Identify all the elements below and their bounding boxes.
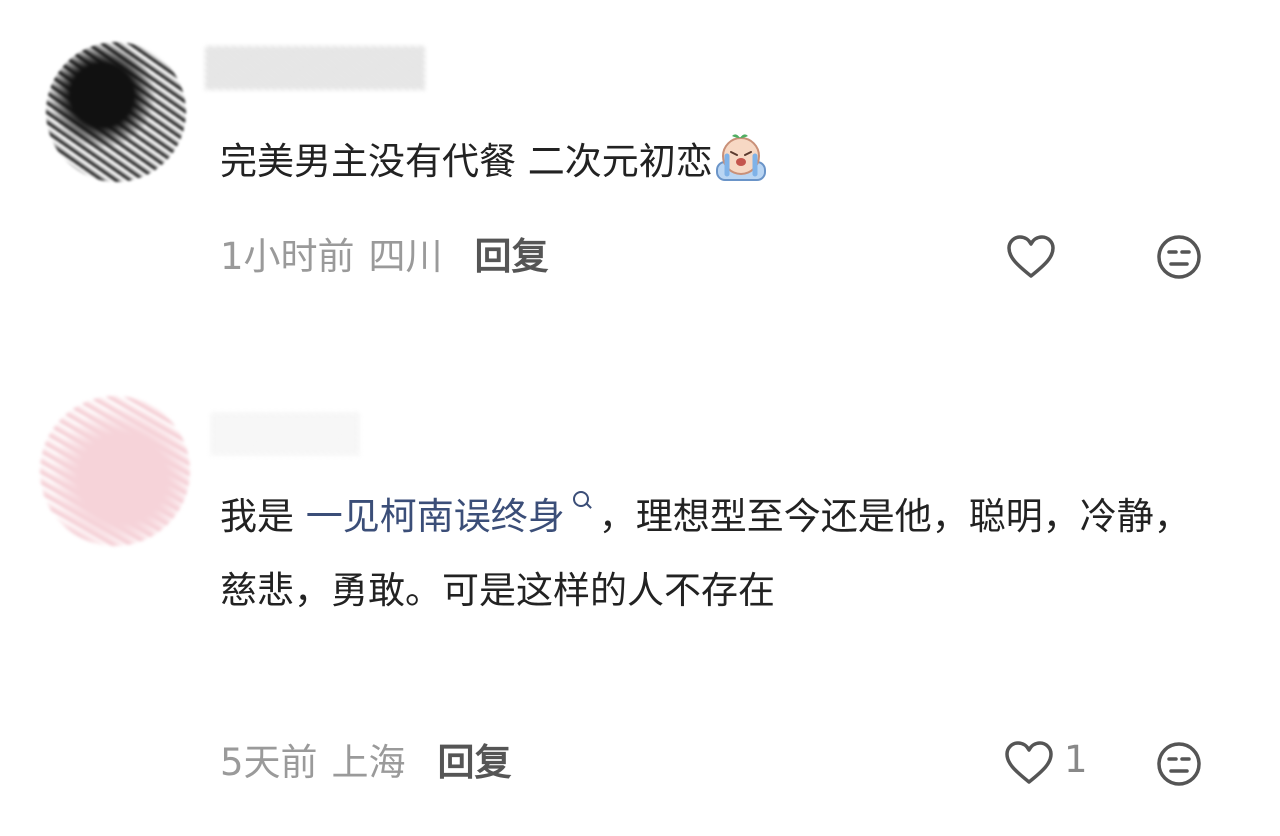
comment-time: 1小时前 [220, 235, 355, 278]
comment-text: 完美男主没有代餐 二次元初恋 [220, 125, 1220, 199]
avatar[interactable] [40, 396, 190, 546]
topic-link-text[interactable]: 一见柯南误终身 [306, 495, 565, 538]
dislike-button[interactable] [1156, 741, 1202, 787]
like-button[interactable]: 1 [1004, 738, 1088, 790]
topic-search-link[interactable]: 一见柯南误终身 [306, 491, 599, 538]
comment-text-prefix: 我是 [220, 495, 306, 538]
heart-outline-icon [1007, 235, 1055, 278]
neutral-face-icon [1157, 742, 1201, 786]
comment-text-content: 完美男主没有代餐 二次元初恋 [220, 140, 713, 183]
username-blurred[interactable] [210, 412, 360, 456]
crying-face-emoji [715, 134, 766, 181]
reply-button[interactable]: 回复 [438, 738, 512, 788]
like-count: 1 [1064, 738, 1088, 781]
comment-location: 四川 [368, 235, 443, 278]
comment-location: 上海 [331, 741, 406, 784]
heart-outline-icon [1005, 741, 1053, 784]
comment-time: 5天前 [220, 741, 318, 784]
comment-text: 我是 一见柯南误终身 ，理想型至今还是他，聪明，冷静，慈悲，勇敢。可是这样的人不存… [220, 480, 1210, 628]
avatar[interactable] [46, 42, 186, 182]
comment-item: 完美男主没有代餐 二次元初恋 1小时前 四川 回复 [0, 0, 1280, 300]
username-blurred[interactable] [205, 46, 425, 90]
reply-button[interactable]: 回复 [475, 232, 549, 282]
dislike-button[interactable] [1156, 234, 1202, 280]
like-button[interactable] [1006, 234, 1056, 284]
comment-meta: 1小时前 四川 回复 [220, 232, 549, 282]
search-link-icon [572, 491, 589, 507]
neutral-face-icon [1157, 235, 1201, 279]
comment-meta: 5天前 上海 回复 [220, 738, 512, 788]
comment-item: 我是 一见柯南误终身 ，理想型至今还是他，聪明，冷静，慈悲，勇敢。可是这样的人不存… [0, 360, 1280, 836]
